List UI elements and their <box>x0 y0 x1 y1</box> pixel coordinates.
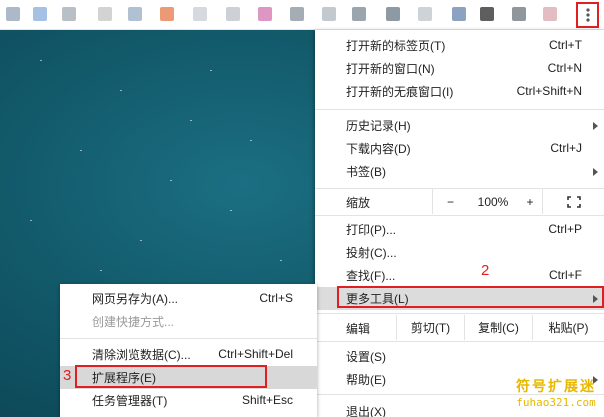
submenu-item-task-manager[interactable]: 任务管理器(T) Shift+Esc <box>60 389 317 412</box>
watermark-logo: 符号扩展迷 fuhao321.com <box>516 378 596 409</box>
menu-item-new-window[interactable]: 打开新的窗口(N) Ctrl+N <box>315 57 604 80</box>
bookmark-icon[interactable] <box>258 7 272 21</box>
submenu-item-clear-browsing-data[interactable]: 清除浏览数据(C)... Ctrl+Shift+Del <box>60 343 317 366</box>
bookmark-icon[interactable] <box>512 7 526 21</box>
bookmark-icon[interactable] <box>418 7 432 21</box>
zoom-row: 缩放 − 100% + <box>315 189 604 214</box>
copy-button[interactable]: 复制(C) <box>464 315 532 340</box>
bookmark-icon[interactable] <box>128 7 142 21</box>
annotation-step-3: 3 <box>63 367 72 384</box>
annotation-step-2: 2 <box>481 262 490 279</box>
submenu-item-create-shortcut: 创建快捷方式... <box>92 315 175 329</box>
menu-item-new-tab[interactable]: 打开新的标签页(T) Ctrl+T <box>315 34 604 57</box>
chevron-right-icon <box>593 168 598 176</box>
bookmark-icon[interactable] <box>290 7 304 21</box>
zoom-out-button[interactable]: − <box>432 189 468 214</box>
menu-item-cast[interactable]: 投射(C)... <box>315 241 604 264</box>
main-menu: 打开新的标签页(T) Ctrl+T 打开新的窗口(N) Ctrl+N 打开新的无… <box>315 30 604 417</box>
bookmark-icon[interactable] <box>480 7 494 21</box>
bookmark-icon[interactable] <box>160 7 174 21</box>
menu-item-history[interactable]: 历史记录(H) <box>315 114 604 137</box>
chevron-right-icon <box>593 122 598 130</box>
menu-item-downloads[interactable]: 下载内容(D) Ctrl+J <box>315 137 604 160</box>
menu-item-new-incognito-window[interactable]: 打开新的无痕窗口(I) Ctrl+Shift+N <box>315 80 604 103</box>
bookmark-icon[interactable] <box>226 7 240 21</box>
menu-separator <box>315 215 604 216</box>
bookmark-icon[interactable] <box>193 7 207 21</box>
menu-item-bookmarks[interactable]: 书签(B) <box>315 160 604 183</box>
kebab-menu-icon[interactable] <box>576 2 599 28</box>
menu-item-print[interactable]: 打印(P)... Ctrl+P <box>315 218 604 241</box>
menu-separator <box>315 341 604 342</box>
submenu-item-save-page-as[interactable]: 网页另存为(A)... Ctrl+S <box>60 287 317 310</box>
bookmark-icon[interactable] <box>98 7 112 21</box>
edit-row: 编辑 剪切(T) 复制(C) 粘贴(P) <box>315 315 604 340</box>
bookmark-icon[interactable] <box>6 7 20 21</box>
more-tools-submenu: 网页另存为(A)... Ctrl+S 创建快捷方式... 清除浏览数据(C)..… <box>60 284 317 417</box>
bookmark-icon[interactable] <box>352 7 366 21</box>
bookmarks-bar <box>0 0 604 30</box>
paste-button[interactable]: 粘贴(P) <box>532 315 604 340</box>
bookmark-icon[interactable] <box>33 7 47 21</box>
bookmark-icon[interactable] <box>452 7 466 21</box>
menu-separator <box>315 313 604 314</box>
annotation-box-extensions <box>75 365 267 388</box>
menu-item-settings[interactable]: 设置(S) <box>315 345 604 368</box>
zoom-in-button[interactable]: + <box>518 189 542 214</box>
menu-separator <box>60 338 317 339</box>
menu-separator <box>315 109 604 110</box>
zoom-level: 100% <box>477 194 509 209</box>
fullscreen-icon[interactable] <box>542 189 604 214</box>
bookmark-icon[interactable] <box>543 7 557 21</box>
bookmark-icon[interactable] <box>322 7 336 21</box>
annotation-box-more-tools <box>337 286 604 308</box>
bookmark-icon[interactable] <box>62 7 76 21</box>
bookmark-icon[interactable] <box>386 7 400 21</box>
cut-button[interactable]: 剪切(T) <box>396 315 464 340</box>
menu-item-find[interactable]: 查找(F)... Ctrl+F <box>315 264 604 287</box>
